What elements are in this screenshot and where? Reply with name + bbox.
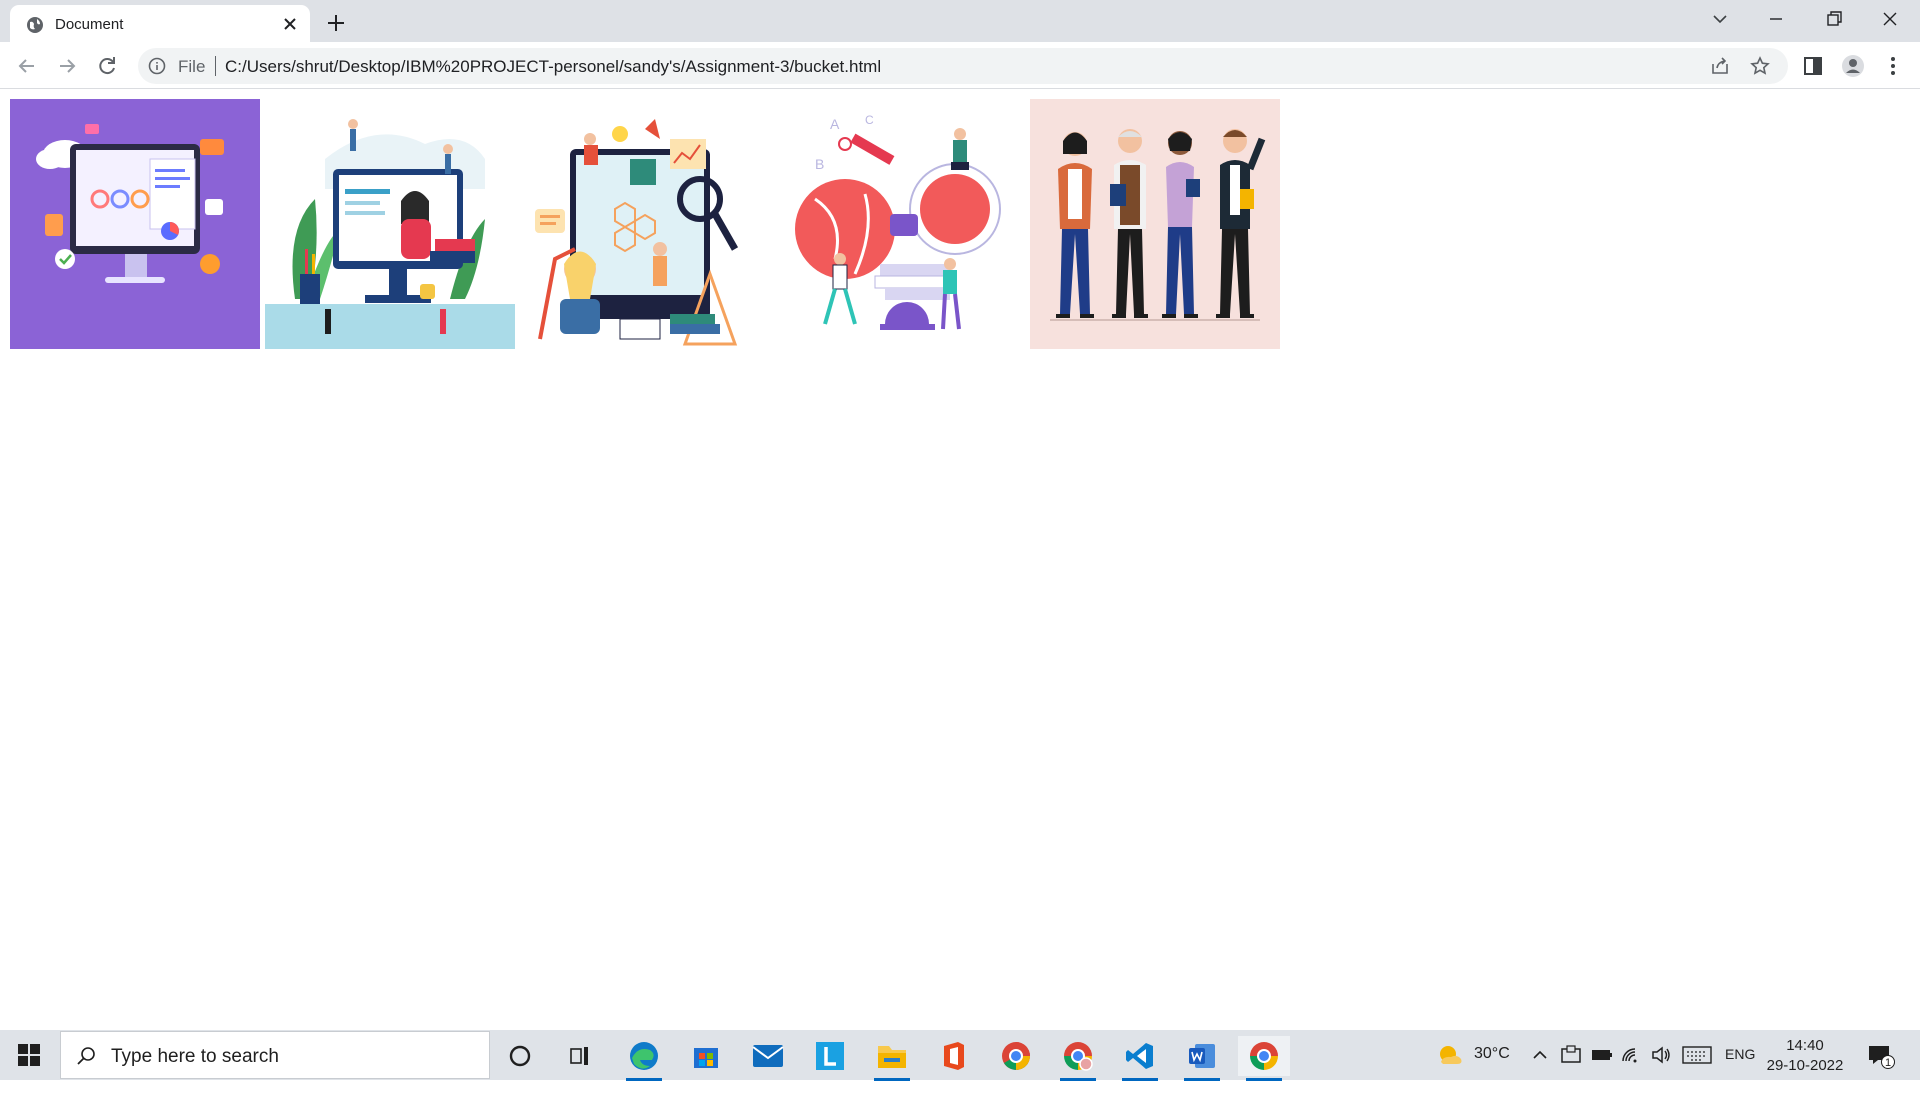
address-bar[interactable]: File C:/Users/shrut/Desktop/IBM%20PROJEC… bbox=[138, 48, 1788, 84]
restore-icon[interactable] bbox=[1813, 4, 1853, 34]
wifi-icon[interactable] bbox=[1620, 1044, 1642, 1066]
l-app-icon[interactable] bbox=[804, 1036, 856, 1076]
keyboard-icon[interactable] bbox=[1682, 1045, 1712, 1065]
forward-arrow-icon[interactable] bbox=[52, 51, 82, 81]
battery-icon[interactable] bbox=[1590, 1046, 1614, 1064]
tab-search-icon[interactable] bbox=[1700, 4, 1740, 34]
chevron-up-icon[interactable] bbox=[1530, 1045, 1550, 1065]
info-icon[interactable] bbox=[148, 57, 166, 75]
chrome-active-icon[interactable] bbox=[1238, 1036, 1290, 1081]
cortana-icon[interactable] bbox=[494, 1036, 546, 1076]
image-gallery: A B C bbox=[10, 99, 1280, 349]
address-scheme: File bbox=[178, 57, 206, 76]
windows-start-icon[interactable] bbox=[18, 1044, 40, 1066]
system-clock[interactable]: 14:40 29-10-2022 bbox=[1765, 1036, 1845, 1076]
weather-icon[interactable] bbox=[1435, 1042, 1465, 1068]
reload-icon[interactable] bbox=[92, 51, 122, 81]
gallery-image-1 bbox=[10, 99, 260, 349]
task-view-icon[interactable] bbox=[554, 1036, 606, 1076]
search-icon bbox=[77, 1047, 95, 1065]
globe-icon bbox=[27, 17, 43, 33]
page-content: A B C bbox=[0, 90, 1920, 1030]
clock-date: 29-10-2022 bbox=[1766, 1057, 1844, 1074]
notification-icon[interactable] bbox=[1866, 1043, 1896, 1069]
close-tab-icon[interactable] bbox=[280, 14, 300, 34]
gallery-image-4: A B C bbox=[775, 99, 1025, 349]
minimize-icon[interactable] bbox=[1756, 4, 1796, 34]
address-url[interactable]: C:/Users/shrut/Desktop/IBM%20PROJECT-per… bbox=[225, 57, 881, 77]
office-icon[interactable] bbox=[928, 1036, 980, 1076]
file-explorer-icon[interactable] bbox=[866, 1036, 918, 1081]
address-divider bbox=[215, 56, 216, 76]
profile-avatar-icon[interactable] bbox=[1841, 54, 1865, 78]
svg-text:A: A bbox=[830, 116, 840, 132]
svg-text:B: B bbox=[815, 156, 824, 172]
windows-taskbar: Type here to search 30°C ENG 14:40 29-10… bbox=[0, 1030, 1920, 1081]
meet-now-icon[interactable] bbox=[1560, 1044, 1582, 1066]
svg-text:C: C bbox=[865, 113, 874, 127]
notification-count: 1 bbox=[1885, 1057, 1892, 1069]
gallery-image-2 bbox=[265, 99, 515, 349]
search-placeholder: Type here to search bbox=[111, 1046, 279, 1067]
tab-document[interactable]: Document bbox=[10, 5, 310, 42]
volume-icon[interactable] bbox=[1650, 1044, 1672, 1066]
back-arrow-icon[interactable] bbox=[12, 51, 42, 81]
tab-title: Document bbox=[55, 16, 124, 33]
bookmark-star-icon[interactable] bbox=[1750, 56, 1770, 76]
new-tab-icon[interactable] bbox=[322, 9, 350, 37]
chrome-profile-icon[interactable] bbox=[1052, 1036, 1104, 1081]
weather-temp[interactable]: 30°C bbox=[1474, 1045, 1510, 1095]
taskbar-search-box[interactable]: Type here to search bbox=[60, 1031, 490, 1079]
edge-icon[interactable] bbox=[618, 1036, 670, 1081]
chrome-icon[interactable] bbox=[990, 1036, 1042, 1076]
share-icon[interactable] bbox=[1710, 56, 1730, 76]
mail-icon[interactable] bbox=[742, 1036, 794, 1076]
clock-time: 14:40 bbox=[1786, 1037, 1824, 1054]
browser-toolbar: File C:/Users/shrut/Desktop/IBM%20PROJEC… bbox=[0, 42, 1920, 89]
word-icon[interactable] bbox=[1176, 1036, 1228, 1081]
store-icon[interactable] bbox=[680, 1036, 732, 1076]
gallery-image-3 bbox=[520, 99, 770, 349]
language-indicator[interactable]: ENG bbox=[1725, 1046, 1755, 1096]
side-panel-icon[interactable] bbox=[1801, 54, 1825, 78]
tab-strip: Document bbox=[0, 0, 1920, 42]
gallery-image-5 bbox=[1030, 99, 1280, 349]
close-window-icon[interactable] bbox=[1870, 4, 1910, 34]
vscode-icon[interactable] bbox=[1114, 1036, 1166, 1081]
menu-kebab-icon[interactable] bbox=[1881, 54, 1905, 78]
